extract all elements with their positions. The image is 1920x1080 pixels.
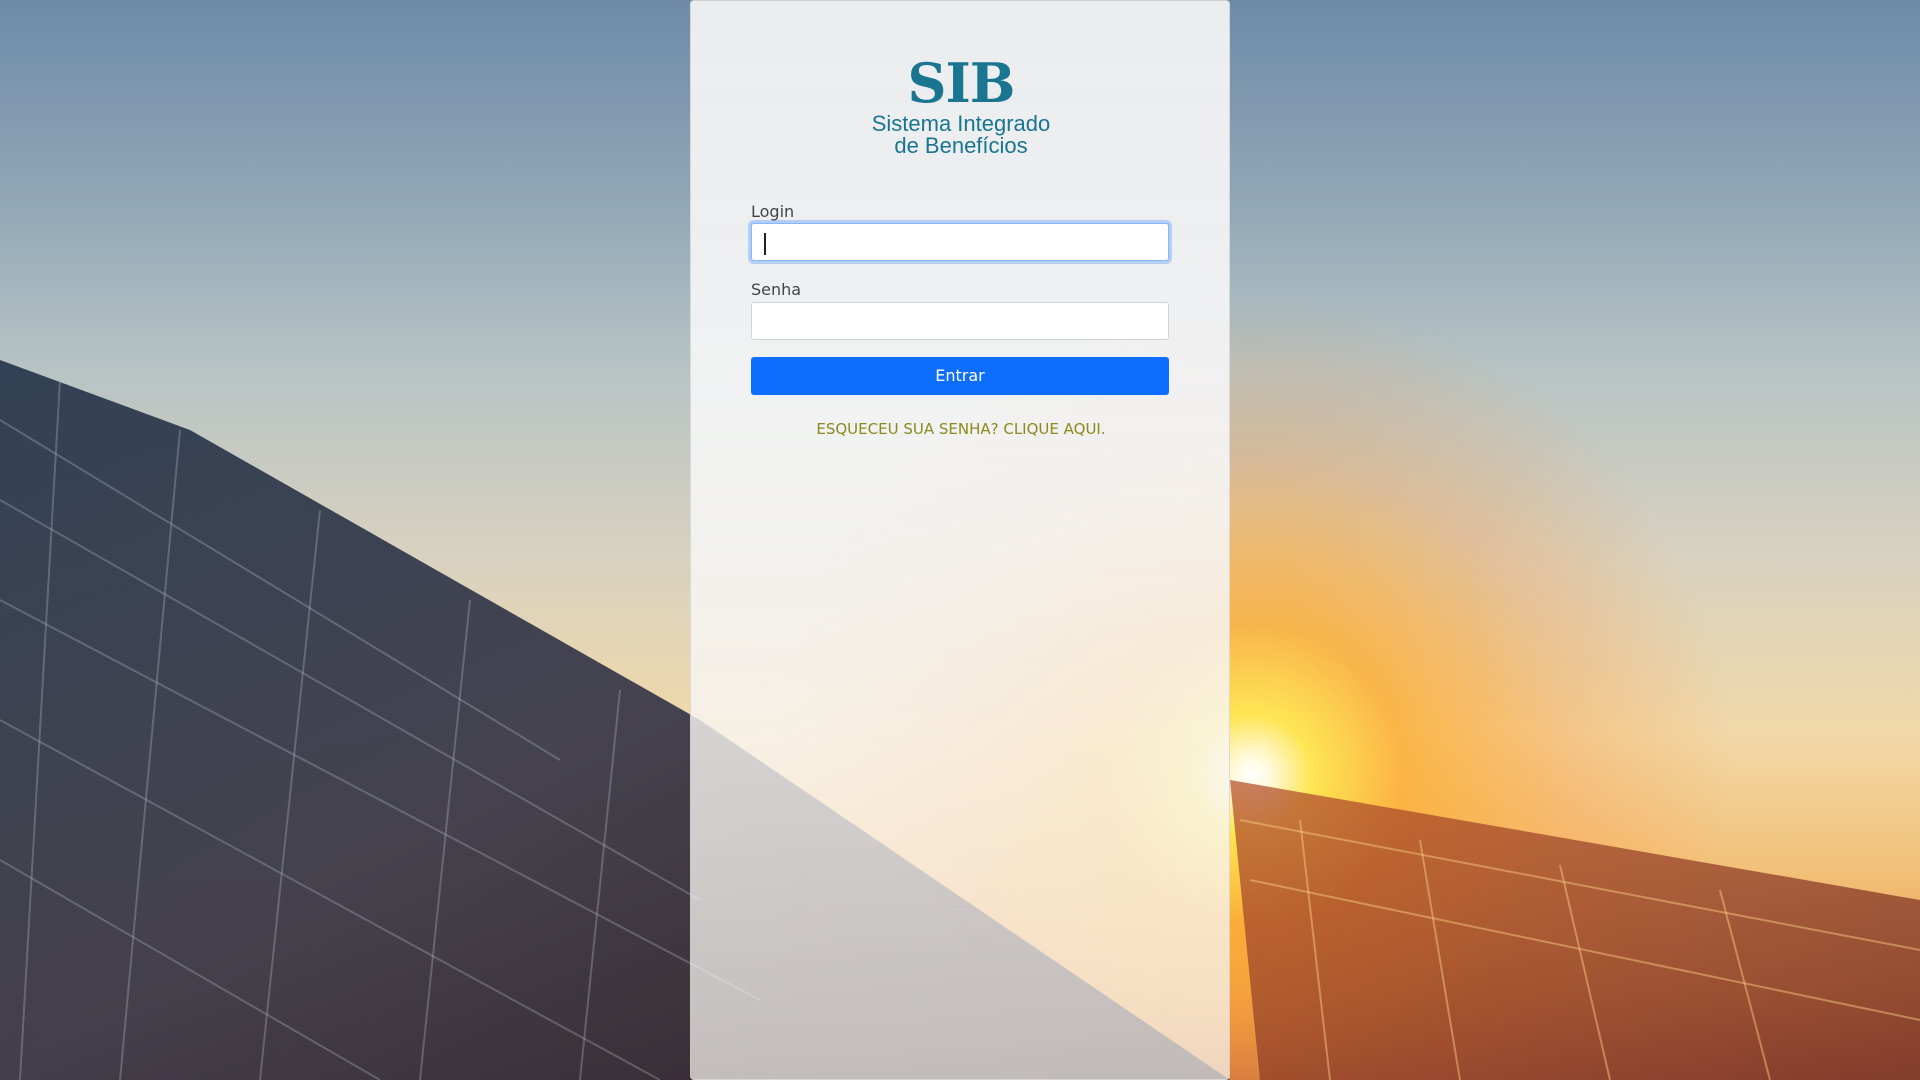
logo-mark: SIB: [907, 51, 1016, 115]
password-input[interactable]: [751, 302, 1169, 340]
logo-line-1: Sistema Integrado: [871, 111, 1051, 136]
sib-logo: SIB Sistema Integrado de Benefícios: [691, 53, 1231, 157]
login-card: SIB Sistema Integrado de Benefícios Logi…: [690, 0, 1230, 1080]
logo-line-2: de Benefícios: [894, 133, 1028, 158]
login-input[interactable]: [751, 223, 1169, 261]
password-label: Senha: [751, 280, 802, 299]
text-caret: [764, 233, 766, 255]
forgot-password-link[interactable]: ESQUECEU SUA SENHA? CLIQUE AQUI.: [691, 420, 1231, 438]
login-label: Login: [751, 202, 795, 221]
enter-button[interactable]: Entrar: [751, 357, 1169, 395]
